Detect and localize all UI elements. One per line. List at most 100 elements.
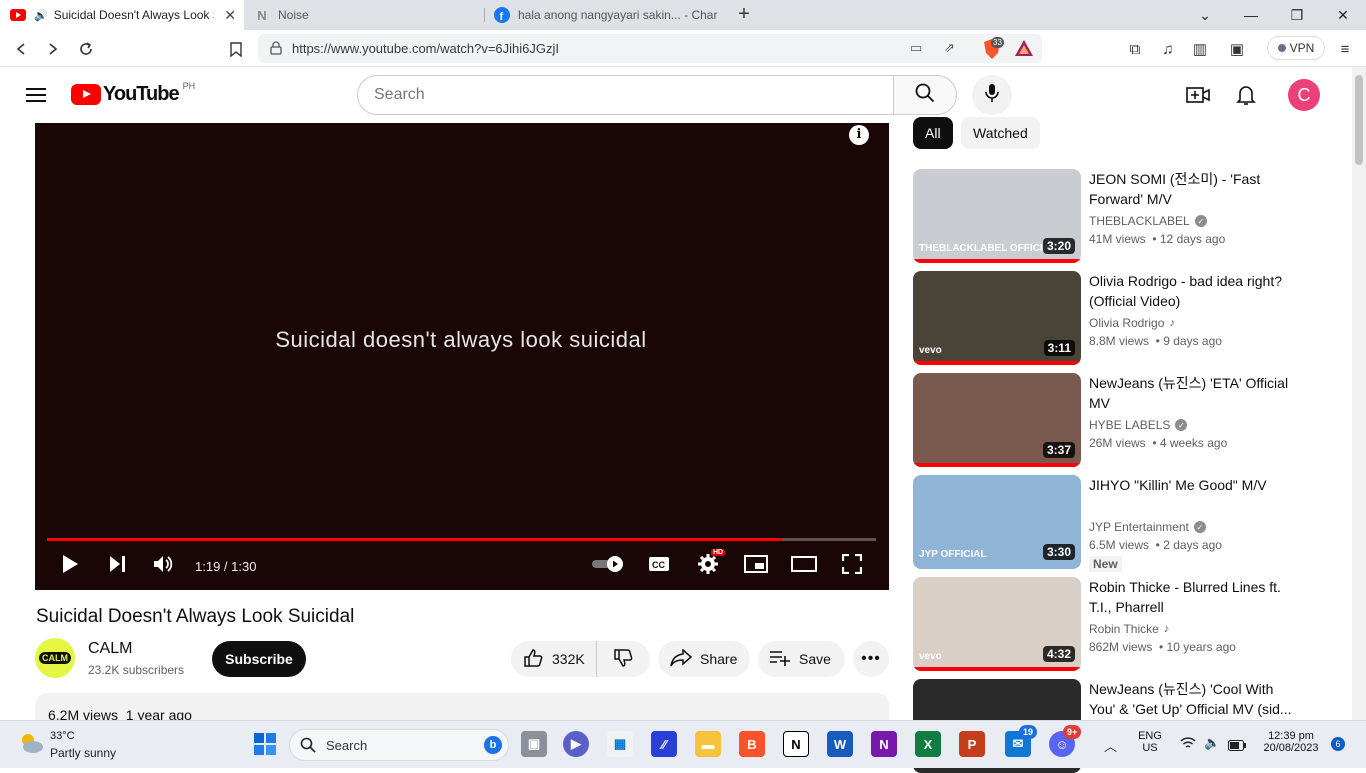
tab-search-chevron-icon[interactable]: ⌄	[1182, 0, 1228, 30]
create-video-icon[interactable]	[1186, 83, 1210, 107]
play-button[interactable]	[59, 553, 81, 579]
recommendation-item[interactable]: JYP OFFICIAL 3:30 JIHYO "Killin' Me Good" …	[913, 475, 1338, 572]
video-thumbnail[interactable]: THEBLACKLABEL OFFICIAL 3:20	[913, 169, 1081, 263]
forward-icon[interactable]	[42, 38, 64, 60]
outlook-icon[interactable]: ✉ 19	[1005, 725, 1038, 757]
notification-center-badge[interactable]: 6	[1331, 737, 1345, 751]
recommendation-title[interactable]: JEON SOMI (전소미) - 'Fast Forward' M/V	[1089, 169, 1299, 209]
start-button[interactable]	[252, 731, 278, 757]
recommendation-item[interactable]: vevo 3:11 Olivia Rodrigo - bad idea right?…	[913, 271, 1338, 365]
settings-button[interactable]: HD	[695, 549, 726, 579]
task-view-icon[interactable]: ▣	[521, 731, 547, 757]
wifi-icon[interactable]	[1180, 736, 1196, 755]
sidebar-toggle-icon[interactable]: ▥	[1189, 38, 1211, 60]
battery-icon[interactable]	[1228, 738, 1246, 756]
recommendation-item[interactable]: THEBLACKLABEL OFFICIAL 3:20 JEON SOMI (전소미…	[913, 169, 1338, 263]
reload-icon[interactable]	[75, 38, 97, 60]
miniplayer-button[interactable]	[743, 553, 769, 579]
like-button[interactable]: 332K	[511, 641, 597, 677]
microsoft-store-icon[interactable]: ▦	[607, 731, 633, 757]
video-player[interactable]: i Suicidal doesn't always look suicidal …	[35, 123, 889, 590]
weather-widget[interactable]: 33°C Partly sunny	[0, 721, 140, 769]
multitasking-app-icon[interactable]: ⁄⁄	[651, 731, 677, 757]
language-indicator[interactable]: ENG US	[1134, 730, 1166, 754]
recommendation-channel[interactable]: JYP Entertainment ✓	[1089, 520, 1206, 534]
recommendation-channel[interactable]: Olivia Rodrigo ♪	[1089, 316, 1175, 330]
recommendation-channel[interactable]: Robin Thicke ♪	[1089, 622, 1169, 636]
recommendation-channel[interactable]: HYBE LABELS ✓	[1089, 418, 1188, 432]
clock[interactable]: 12:39 pm 20/08/2023	[1256, 730, 1326, 754]
video-thumbnail[interactable]: 3:37	[913, 373, 1081, 467]
channel-avatar[interactable]: CALM	[35, 638, 75, 678]
bookmark-icon[interactable]	[225, 38, 247, 60]
notion-icon[interactable]: N	[783, 731, 809, 757]
volume-tray-icon[interactable]: 🔈	[1204, 735, 1220, 751]
video-thumbnail[interactable]: vevo 4:32	[913, 577, 1081, 671]
video-thumbnail[interactable]: vevo 3:11	[913, 271, 1081, 365]
word-icon[interactable]: W	[827, 731, 853, 757]
info-icon[interactable]: i	[849, 125, 869, 145]
close-window-button[interactable]: ✕	[1320, 0, 1366, 30]
dislike-button[interactable]	[597, 641, 649, 677]
guide-menu-icon[interactable]	[24, 84, 48, 106]
notifications-bell-icon[interactable]	[1234, 83, 1258, 107]
teams-chat-icon[interactable]: ▶	[563, 731, 589, 757]
taskbar-search[interactable]: Search b	[289, 729, 509, 761]
account-avatar[interactable]: C	[1288, 79, 1320, 111]
save-button[interactable]: Save	[758, 641, 845, 677]
autoplay-toggle[interactable]	[591, 553, 627, 579]
recommendation-item[interactable]: 3:37 NewJeans (뉴진스) 'ETA' Official MV HYBE…	[913, 373, 1338, 467]
onenote-icon[interactable]: N	[871, 731, 897, 757]
vpn-button[interactable]: VPN	[1267, 36, 1325, 60]
bing-icon[interactable]: b	[484, 736, 502, 754]
progress-bar[interactable]	[47, 538, 876, 541]
recommendation-title[interactable]: Robin Thicke - Blurred Lines ft. T.I., P…	[1089, 577, 1299, 617]
new-tab-button[interactable]: +	[733, 4, 755, 26]
tab-noise[interactable]: N Noise	[244, 0, 484, 30]
share-page-icon[interactable]: ⇗	[944, 40, 955, 56]
next-button[interactable]	[106, 553, 128, 579]
search-button[interactable]	[893, 75, 957, 115]
more-actions-button[interactable]: •••	[853, 641, 889, 677]
powerpoint-icon[interactable]: P	[959, 731, 985, 757]
file-explorer-icon[interactable]: ▬	[695, 731, 721, 757]
tab-youtube[interactable]: 🔊 Suicidal Doesn't Always Look S ✕	[0, 0, 244, 30]
excel-icon[interactable]: X	[915, 731, 941, 757]
volume-button[interactable]	[152, 553, 176, 579]
recommendation-title[interactable]: Olivia Rodrigo - bad idea right? (Offici…	[1089, 271, 1299, 311]
media-icon[interactable]: ♫	[1157, 38, 1179, 60]
recommendation-title[interactable]: NewJeans (뉴진스) 'ETA' Official MV	[1089, 373, 1299, 413]
chip-watched[interactable]: Watched	[961, 117, 1040, 149]
page-scrollbar[interactable]	[1352, 67, 1366, 720]
address-bar[interactable]: https://www.youtube.com/watch?v=6Jihi6JG…	[258, 34, 1042, 63]
tab-facebook[interactable]: f hala anong nangyayari sakin... - Charl…	[484, 0, 728, 30]
brave-rewards-icon[interactable]	[1014, 39, 1034, 62]
speaker-icon[interactable]: 🔊	[34, 9, 48, 22]
minimize-button[interactable]: —	[1228, 0, 1274, 30]
captions-button[interactable]: CC	[647, 553, 671, 579]
close-tab-icon[interactable]: ✕	[224, 7, 236, 24]
recommendation-channel[interactable]: THEBLACKLABEL ✓	[1089, 214, 1207, 228]
restore-button[interactable]: ❐	[1274, 0, 1320, 30]
discord-icon[interactable]: ☺ 9+	[1049, 725, 1082, 757]
back-icon[interactable]	[10, 38, 32, 60]
brave-browser-icon[interactable]: B	[739, 731, 765, 757]
recommendation-item[interactable]: vevo 4:32 Robin Thicke - Blurred Lines ft.…	[913, 577, 1338, 671]
menu-icon[interactable]: ≡	[1334, 38, 1356, 60]
extensions-icon[interactable]: ⧉	[1124, 38, 1146, 60]
channel-name[interactable]: CALM	[88, 640, 132, 658]
subscribe-button[interactable]: Subscribe	[212, 641, 306, 677]
share-button[interactable]: Share	[658, 641, 750, 677]
search-input[interactable]: Search	[357, 75, 894, 115]
theater-mode-button[interactable]	[791, 553, 817, 579]
recommendation-title[interactable]: JIHYO "Killin' Me Good" M/V	[1089, 475, 1299, 495]
fullscreen-button[interactable]	[840, 553, 864, 579]
brave-shields-icon[interactable]: 33	[982, 37, 1004, 60]
chip-all[interactable]: All	[913, 117, 953, 149]
recommendation-title[interactable]: NewJeans (뉴진스) 'Cool With You' & 'Get Up…	[1089, 679, 1299, 719]
chevron-up-icon[interactable]: ︿	[1104, 736, 1117, 755]
youtube-logo[interactable]: YouTube PH	[71, 81, 195, 106]
wallet-icon[interactable]: ▣	[1226, 38, 1248, 60]
scrollbar-thumb[interactable]	[1355, 75, 1363, 165]
video-thumbnail[interactable]: JYP OFFICIAL 3:30	[913, 475, 1081, 569]
